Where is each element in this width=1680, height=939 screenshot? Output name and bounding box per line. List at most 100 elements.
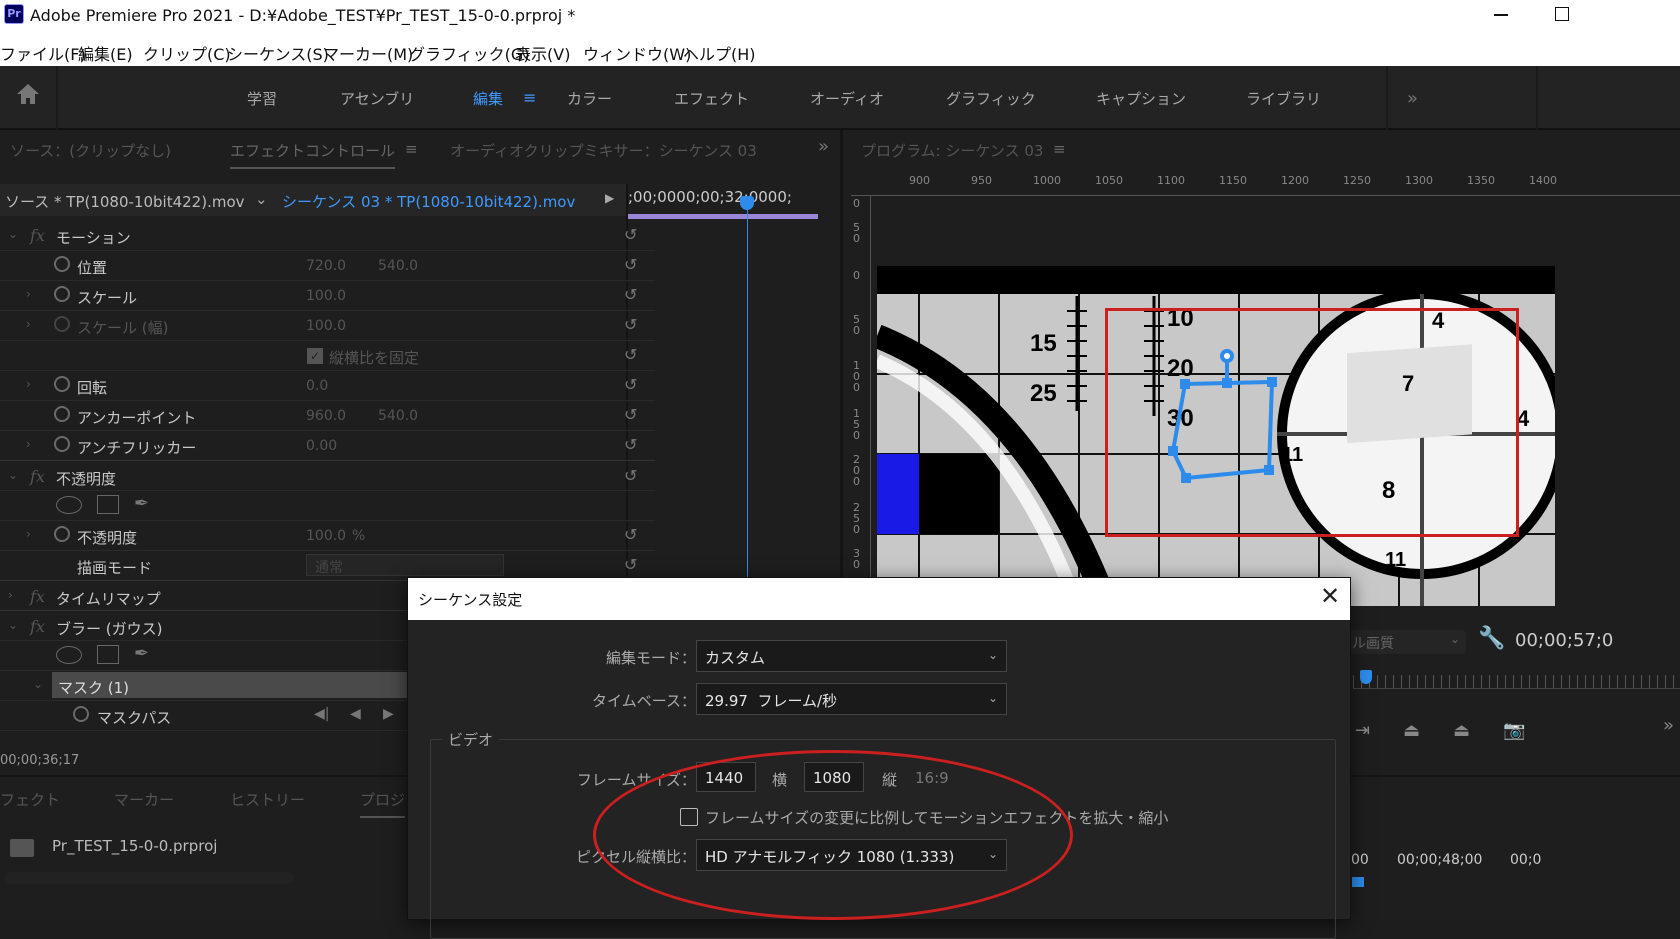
panel-menu-icon[interactable]: ≡ [405,140,418,158]
fx-icon[interactable]: fx [30,226,45,245]
motion-row[interactable]: ⌄ fx モーション ↺ [0,220,655,251]
ws-captions[interactable]: キャプション [1096,88,1186,109]
expand-chevron-icon[interactable]: › [26,317,31,331]
sequence-clip-label[interactable]: シーケンス 03 * TP(1080-10bit422).mov [282,191,575,212]
insert-icon[interactable]: ⇥ [1355,720,1370,741]
program-timecode[interactable]: 00;00;57;0 [1515,630,1680,651]
reset-icon[interactable]: ↺ [624,405,637,424]
pen-mask-icon[interactable]: ✒ [134,493,149,514]
ws-assembly[interactable]: アセンブリ [340,88,414,109]
menu-clip[interactable]: クリップ(C) [143,41,231,65]
home-icon[interactable] [15,82,41,106]
menu-edit[interactable]: 編集(E) [78,41,133,65]
stopwatch-icon[interactable] [54,406,70,422]
playback-resolution-select[interactable]: ル画質 ⌄ [1348,630,1466,654]
ellipse-mask-icon[interactable] [56,646,82,664]
source-clip-label[interactable]: ソース * TP(1080-10bit422).mov [5,191,245,212]
ws-effects[interactable]: エフェクト [674,88,749,109]
ellipse-mask-icon[interactable] [56,496,82,514]
expand-chevron-icon[interactable]: › [26,287,31,301]
stopwatch-icon[interactable] [54,286,70,302]
panel-overflow-icon[interactable]: » [818,136,829,157]
tab-effects[interactable]: フェクト [0,789,60,810]
stopwatch-icon[interactable] [73,706,89,722]
position-y-value[interactable]: 540.0 [378,258,418,274]
button-overflow-icon[interactable]: » [1663,715,1674,736]
minimize-button[interactable] [1494,14,1508,16]
collapse-chevron-icon[interactable]: ⌄ [8,468,18,482]
tab-effect-controls[interactable]: エフェクトコントロール [230,140,396,169]
anchor-x-value[interactable]: 960.0 [306,408,346,424]
extract-icon[interactable]: ⏏ [1453,720,1470,741]
video-frame[interactable]: 15 25 10 20 30 4 7 4 11 8 11 [877,266,1555,606]
dialog-close-icon[interactable]: ✕ [1320,582,1340,610]
ws-color[interactable]: カラー [567,88,612,109]
maximize-button[interactable] [1555,7,1569,21]
antiflicker-value[interactable]: 0.00 [306,438,337,454]
tab-audio-clip-mixer[interactable]: オーディオクリップミキサー：シーケンス 03 [450,140,757,161]
ws-graphics[interactable]: グラフィック [946,88,1036,109]
tab-source[interactable]: ソース：(クリップなし) [10,140,171,161]
timeline-playhead[interactable] [1352,877,1364,887]
prev-keyframe-icon[interactable]: ◀| [314,706,329,722]
fx-icon[interactable]: fx [30,587,45,606]
ws-audio[interactable]: オーディオ [810,88,884,109]
timebase-select[interactable]: 29.97 フレーム/秒 ⌄ [696,683,1007,715]
rotation-value[interactable]: 0.0 [306,378,328,394]
expand-chevron-icon[interactable]: › [26,527,31,541]
opacity-value[interactable]: 100.0 [306,528,346,544]
play-arrow-icon[interactable]: ▶ [605,191,614,205]
blend-mode-select[interactable]: 通常 [306,554,504,576]
rectangle-mask-icon[interactable] [97,495,119,514]
reset-icon[interactable]: ↺ [624,285,637,304]
clip-dropdown-icon[interactable]: ⌄ [255,190,268,208]
wrench-icon[interactable]: 🔧 [1478,626,1505,651]
position-x-value[interactable]: 720.0 [306,258,346,274]
reset-icon[interactable]: ↺ [624,555,637,574]
fx-icon[interactable]: fx [30,467,45,486]
tab-markers[interactable]: マーカー [114,789,174,810]
uniform-scale-checkbox[interactable]: ✓ [307,348,323,364]
tab-history[interactable]: ヒストリー [230,789,305,810]
rectangle-mask-icon[interactable] [97,645,119,664]
effect-controls-timecode[interactable]: 00;00;36;17 [0,753,79,768]
program-monitor-title[interactable]: プログラム: シーケンス 03 [861,140,1043,161]
folder-up-icon[interactable] [10,839,34,857]
stopwatch-icon[interactable] [54,436,70,452]
reset-icon[interactable]: ↺ [624,315,637,334]
expand-chevron-icon[interactable]: › [8,588,13,602]
reset-icon[interactable]: ↺ [624,466,637,485]
ws-menu-icon[interactable]: ≡ [523,88,536,107]
edit-mode-select[interactable]: カスタム ⌄ [696,640,1007,672]
program-scrub-bar[interactable] [1353,675,1680,689]
track-forward-icon[interactable]: ▶ [383,706,394,722]
scale-value[interactable]: 100.0 [306,288,346,304]
ws-libraries[interactable]: ライブラリ [1246,88,1321,109]
collapse-chevron-icon[interactable]: ⌄ [33,677,43,691]
anchor-y-value[interactable]: 540.0 [378,408,418,424]
project-search-field[interactable] [4,872,294,884]
pen-mask-icon[interactable]: ✒ [134,643,149,664]
menu-view[interactable]: 表示(V) [515,41,570,65]
menu-window[interactable]: ウィンドウ(W) [583,41,691,65]
fx-icon[interactable]: fx [30,617,45,636]
export-frame-icon[interactable]: 📷 [1503,720,1525,741]
stopwatch-icon[interactable] [54,256,70,272]
stopwatch-icon[interactable] [54,526,70,542]
reset-icon[interactable]: ↺ [624,435,637,454]
expand-chevron-icon[interactable]: › [26,377,31,391]
opacity-section-row[interactable]: ⌄ fx 不透明度 ↺ [0,460,655,491]
menu-graphics[interactable]: グラフィック(G) [409,41,530,65]
reset-icon[interactable]: ↺ [624,345,637,364]
ws-editing[interactable]: 編集 [473,88,503,109]
stopwatch-icon[interactable] [54,376,70,392]
expand-chevron-icon[interactable]: › [26,437,31,451]
menu-help[interactable]: ヘルプ(H) [683,41,756,65]
collapse-chevron-icon[interactable]: ⌄ [8,618,18,632]
reset-icon[interactable]: ↺ [624,375,637,394]
reset-icon[interactable]: ↺ [624,525,637,544]
collapse-chevron-icon[interactable]: ⌄ [8,227,18,241]
reset-icon[interactable]: ↺ [624,255,637,274]
program-menu-icon[interactable]: ≡ [1053,140,1066,158]
ws-learn[interactable]: 学習 [247,88,277,109]
